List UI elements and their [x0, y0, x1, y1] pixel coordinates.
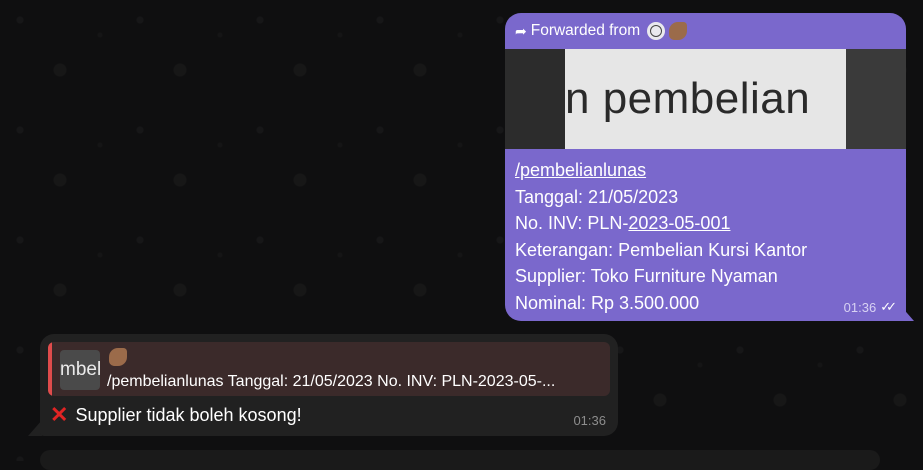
outgoing-timestamp: 01:36 ✓✓ [843, 299, 897, 315]
preview-right-edge [846, 49, 906, 149]
media-preview[interactable]: n pembelian [505, 49, 906, 149]
keterangan-line: Keterangan: Pembelian Kursi Kantor [515, 239, 808, 260]
invoice-line: No. INV: PLN-2023-05-001 [515, 210, 807, 237]
command-link[interactable]: /pembelianlunas [515, 157, 807, 184]
double-check-icon: ✓✓ [880, 299, 897, 314]
tanggal-line: Tanggal: 21/05/2023 [515, 186, 679, 207]
reply-snippet: /pembelianlunas Tanggal: 21/05/2023 No. … [107, 373, 556, 390]
outgoing-message-bubble[interactable]: ➦ Forwarded from n pembelian /pembelianl… [505, 13, 906, 321]
message-text: /pembelianlunas Tanggal: 21/05/2023 No. … [515, 157, 807, 316]
reply-quote[interactable]: mbel /pembelianlunas Tanggal: 21/05/2023… [48, 342, 610, 396]
red-cross-icon: ✕ [50, 402, 69, 427]
error-message: ✕ Supplier tidak boleh kosong! [50, 404, 302, 426]
invoice-link[interactable]: 2023-05-001 [628, 213, 730, 233]
error-text: Supplier tidak boleh kosong! [75, 404, 302, 425]
invoice-prefix: No. INV: PLN- [515, 213, 629, 233]
supplier-line: Supplier: Toko Furniture Nyaman [515, 266, 778, 286]
preview-image-text: n pembelian [565, 49, 846, 149]
reply-thumbnail: mbel [60, 350, 100, 390]
forward-arrow-icon: ➦ [515, 22, 527, 39]
globe-icon [647, 22, 666, 40]
reply-accent-bar [48, 342, 52, 396]
bird-avatar-icon [669, 22, 688, 40]
forwarded-label: Forwarded from [530, 22, 641, 39]
incoming-message-bubble[interactable]: mbel /pembelianlunas Tanggal: 21/05/2023… [40, 334, 618, 436]
forwarded-header[interactable]: ➦ Forwarded from [515, 21, 688, 41]
preview-left-edge [505, 49, 565, 149]
next-message-edge [40, 450, 880, 470]
bird-avatar-icon [109, 348, 127, 366]
outgoing-time: 01:36 [843, 299, 877, 315]
incoming-timestamp: 01:36 [573, 413, 606, 428]
nominal-line: Nominal: Rp 3.500.000 [515, 292, 700, 313]
